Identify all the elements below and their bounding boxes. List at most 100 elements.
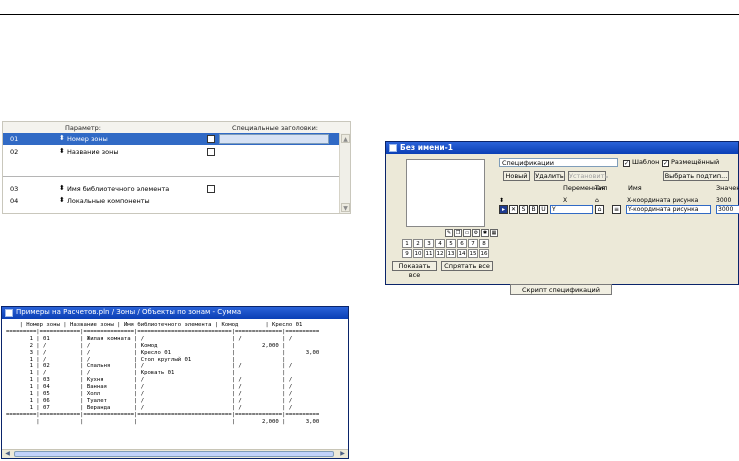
number-button[interactable]: 14 bbox=[457, 249, 467, 258]
number-button[interactable]: 15 bbox=[468, 249, 478, 258]
parameter-header: Параметр: Специальные заголовки: bbox=[3, 122, 350, 133]
number-button[interactable]: 7 bbox=[468, 239, 478, 248]
parameter-name: Название зоны bbox=[67, 148, 119, 156]
special-header-checkbox[interactable] bbox=[207, 135, 215, 143]
pencil-icon[interactable]: ✎ bbox=[445, 229, 453, 237]
scroll-up-icon[interactable]: ▲ bbox=[341, 134, 350, 143]
spec-row-x[interactable]: ⬍ X ⌂ X-координата рисунка 3000 bbox=[499, 197, 739, 205]
bold-icon[interactable]: B bbox=[529, 205, 538, 214]
listing-window: Примеры на Расчетов.pln / Зоны / Объекты… bbox=[1, 306, 349, 459]
spec-name-field[interactable]: Спецификации bbox=[499, 158, 618, 167]
value-input[interactable]: 3000 bbox=[716, 205, 739, 214]
scrollbar-thumb[interactable] bbox=[14, 451, 334, 457]
scroll-left-icon[interactable]: ◀ bbox=[3, 450, 12, 458]
number-button[interactable]: 4 bbox=[435, 239, 445, 248]
specification-window: Без имени-1 ✎ ❐ ▭ ⚙ ✱ ▦ 1 2 3 4 5 6 7 89 10 11 12 13 14 15… bbox=[385, 141, 739, 285]
parameter-id: 03 bbox=[10, 185, 19, 193]
number-button[interactable]: 11 bbox=[424, 249, 434, 258]
parameter-name: Номер зоны bbox=[67, 135, 108, 143]
underline-icon[interactable]: U bbox=[539, 205, 548, 214]
preview-area bbox=[406, 159, 485, 227]
select-icon[interactable]: ▸ bbox=[499, 205, 508, 214]
parameter-column-header: Параметр: bbox=[65, 124, 101, 132]
special-header-field[interactable] bbox=[219, 134, 329, 144]
template-checkbox[interactable]: ✓ Шаблон bbox=[623, 158, 659, 167]
delete-button[interactable]: Удалить bbox=[534, 171, 565, 181]
number-button[interactable]: 9 bbox=[402, 249, 412, 258]
number-button[interactable]: 1 bbox=[402, 239, 412, 248]
number-button[interactable]: 10 bbox=[413, 249, 423, 258]
reorder-arrows-icon[interactable]: ⬍ bbox=[59, 184, 65, 192]
cut-icon[interactable]: ✕ bbox=[509, 205, 518, 214]
number-button[interactable]: 2 bbox=[413, 239, 423, 248]
parameter-row-04[interactable]: 04 ⬍ Локальные компоненты bbox=[3, 195, 339, 207]
name-input[interactable]: Y-координата рисунка bbox=[626, 205, 711, 214]
placed-label: Размещённый bbox=[671, 158, 720, 166]
listing-content: | Номер зоны | Название зоны | Имя библи… bbox=[6, 322, 320, 425]
reorder-arrows-icon[interactable]: ⬍ bbox=[59, 147, 65, 155]
listing-title: Примеры на Расчетов.pln / Зоны / Объекты… bbox=[16, 308, 242, 316]
template-label: Шаблон bbox=[632, 158, 660, 166]
parameter-row-01[interactable]: 01 ⬍ Номер зоны bbox=[3, 133, 339, 145]
checkbox-check-icon: ✓ bbox=[623, 160, 630, 167]
window-titlebar[interactable]: Без имени-1 bbox=[386, 142, 738, 154]
spec-script-button[interactable]: Скрипт спецификаций bbox=[510, 284, 612, 295]
special-headers-column-header: Специальные заголовки: bbox=[232, 124, 318, 132]
set-button: Установить bbox=[568, 171, 609, 181]
choose-subtype-button[interactable]: Выбрать подтип... bbox=[663, 171, 729, 181]
new-button[interactable]: Новый bbox=[503, 171, 530, 181]
parameter-panel: Параметр: Специальные заголовки: 01 ⬍ Но… bbox=[2, 121, 351, 214]
variable-value: X bbox=[563, 197, 568, 204]
top-divider bbox=[0, 14, 739, 15]
placed-checkbox[interactable]: ✓ Размещённый bbox=[662, 158, 719, 167]
parameter-scrollbar[interactable]: ▲ ▼ bbox=[339, 133, 350, 213]
number-button[interactable]: 5 bbox=[446, 239, 456, 248]
gear-icon[interactable]: ✱ bbox=[481, 229, 489, 237]
type-icon: ⌂ bbox=[595, 197, 599, 204]
reorder-arrows-icon[interactable]: ⬍ bbox=[59, 196, 65, 204]
special-header-checkbox[interactable] bbox=[207, 185, 215, 193]
value-column-header: Значени bbox=[716, 184, 739, 192]
reorder-arrows-icon[interactable]: ⬍ bbox=[499, 197, 504, 204]
number-button[interactable]: 13 bbox=[446, 249, 456, 258]
parameter-id: 01 bbox=[10, 135, 19, 143]
grid-icon[interactable]: ▦ bbox=[490, 229, 498, 237]
number-button[interactable]: 6 bbox=[457, 239, 467, 248]
number-button[interactable]: 8 bbox=[479, 239, 489, 248]
listing-titlebar[interactable]: Примеры на Расчетов.pln / Зоны / Объекты… bbox=[2, 307, 348, 319]
window-title: Без имени-1 bbox=[400, 143, 454, 152]
type-icon[interactable]: ⌂ bbox=[595, 205, 604, 214]
horizontal-scrollbar[interactable]: ◀ ▶ bbox=[2, 449, 348, 458]
number-button[interactable]: 3 bbox=[424, 239, 434, 248]
number-button[interactable]: 16 bbox=[479, 249, 489, 258]
settings-icon[interactable]: ⚙ bbox=[472, 229, 480, 237]
number-grid: 1 2 3 4 5 6 7 89 10 11 12 13 14 15 16 bbox=[401, 239, 489, 259]
document-icon bbox=[5, 309, 13, 317]
parameter-name: Имя библиотечного элемента bbox=[67, 185, 170, 193]
checkbox-check-icon: ✓ bbox=[662, 160, 669, 167]
spec-edit-row: ▸ ✕ S B U Y ⌂ ≡ Y-координата рисунка 300… bbox=[386, 205, 739, 215]
parameter-separator bbox=[3, 176, 339, 177]
show-all-button[interactable]: Показать все bbox=[392, 261, 437, 279]
parameter-value: 3000 bbox=[716, 197, 732, 204]
parameter-row-03[interactable]: 03 ⬍ Имя библиотечного элемента bbox=[3, 183, 339, 195]
parameter-id: 04 bbox=[10, 197, 19, 205]
special-header-checkbox[interactable] bbox=[207, 148, 215, 156]
preview-toolbar: ✎ ❐ ▭ ⚙ ✱ ▦ bbox=[445, 228, 499, 237]
strike-icon[interactable]: S bbox=[519, 205, 528, 214]
name-column-header: Имя bbox=[628, 184, 642, 192]
list-icon[interactable]: ≡ bbox=[612, 205, 621, 214]
hide-all-button[interactable]: Спрятать все bbox=[441, 261, 493, 271]
type-column-header: Тип bbox=[595, 184, 608, 192]
window-icon bbox=[389, 144, 397, 152]
parameter-list: 01 ⬍ Номер зоны 02 ⬍ Название зоны 03 ⬍ … bbox=[3, 133, 339, 213]
view-icon[interactable]: ▭ bbox=[463, 229, 471, 237]
number-button[interactable]: 12 bbox=[435, 249, 445, 258]
variable-input[interactable]: Y bbox=[550, 205, 593, 214]
scroll-right-icon[interactable]: ▶ bbox=[338, 450, 347, 458]
parameter-name: Локальные компоненты bbox=[67, 197, 150, 205]
copy-icon[interactable]: ❐ bbox=[454, 229, 462, 237]
scroll-down-icon[interactable]: ▼ bbox=[341, 203, 350, 212]
parameter-row-02[interactable]: 02 ⬍ Название зоны bbox=[3, 146, 339, 158]
reorder-arrows-icon[interactable]: ⬍ bbox=[59, 134, 65, 142]
